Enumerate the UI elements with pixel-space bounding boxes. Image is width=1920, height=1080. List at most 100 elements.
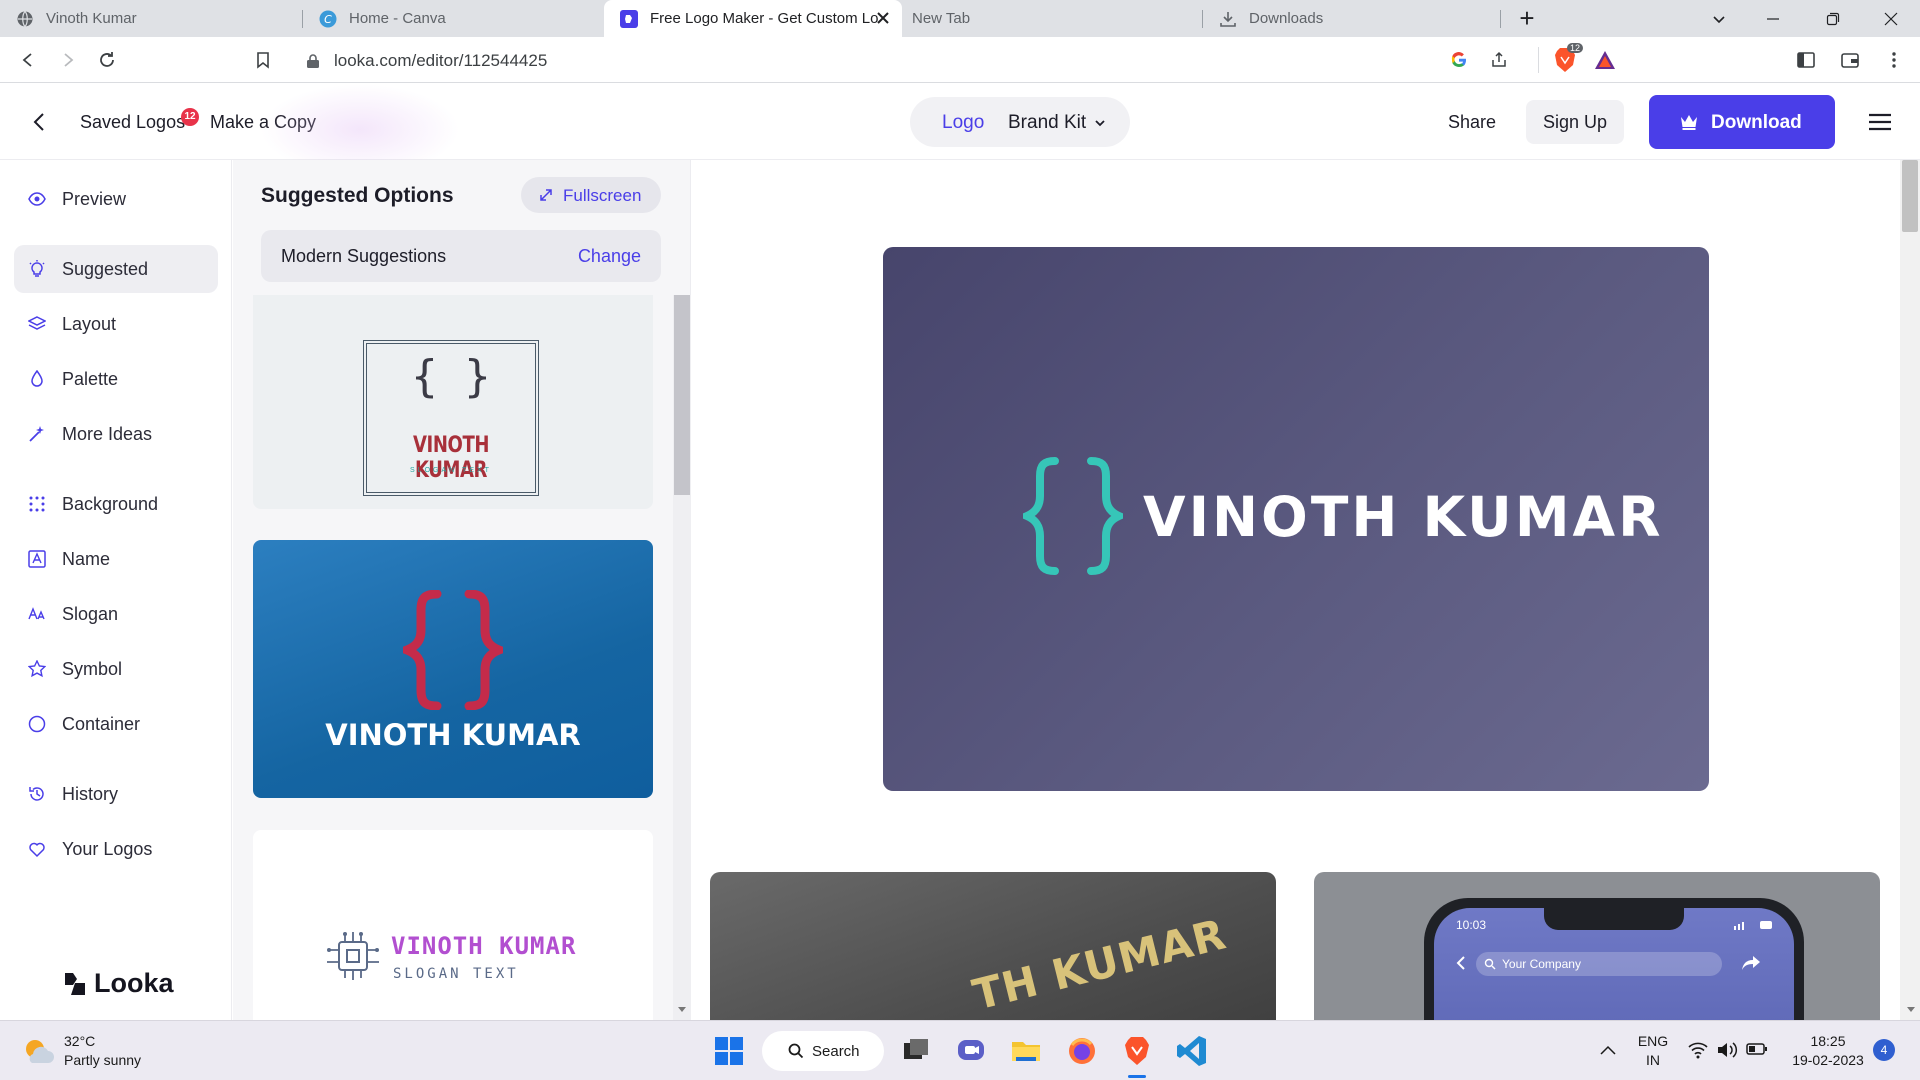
sidebar-item-label: Container [62,714,141,734]
suggestion-card[interactable]: VINOTH KUMAR [253,540,653,798]
clock-date[interactable]: 19-02-2023 [1786,1052,1870,1068]
restore-icon [1826,12,1840,25]
firefox-icon[interactable] [1064,1033,1100,1069]
fullscreen-label: Fullscreen [563,186,642,205]
sidebar-item-symbol[interactable]: Symbol [14,645,218,693]
hamburger-menu-icon[interactable] [1868,112,1892,132]
sidebar-item-suggested[interactable]: Suggested [14,245,218,293]
vscode-icon[interactable] [1174,1033,1210,1069]
logo-slogan: SLOGAN TEXT [410,467,492,474]
toolbar-divider [1538,47,1539,73]
new-tab-button[interactable]: + [1504,0,1550,37]
sidebar-item-background[interactable]: Background [14,480,218,528]
tab-vinoth-kumar[interactable]: Vinoth Kumar [0,0,300,37]
teams-chat-icon[interactable] [953,1033,989,1069]
tab-downloads[interactable]: Downloads [1203,0,1499,37]
share-page-icon[interactable] [1490,51,1508,69]
forward-arrow-icon[interactable] [58,50,78,70]
brave-browser-icon[interactable] [1119,1033,1155,1069]
close-icon[interactable] [874,9,892,27]
language-label[interactable]: ENG [1636,1033,1670,1049]
google-icon[interactable] [1450,51,1468,69]
sidebar-item-slogan[interactable]: Slogan [14,590,218,638]
scroll-down-arrow-icon[interactable] [1906,1006,1916,1014]
wifi-icon[interactable] [1688,1041,1708,1059]
looka-mark-icon [65,972,85,995]
sidebar-item-history[interactable]: History [14,770,218,818]
header-glow-decoration [260,84,460,160]
canva-icon: C [319,10,337,27]
brave-shields-button[interactable]: 12 [1553,43,1584,73]
main-scrollbar-thumb[interactable] [1902,160,1918,232]
clock-time[interactable]: 18:25 [1786,1033,1870,1049]
sidebar-item-label: More Ideas [62,424,153,444]
minimize-button[interactable] [1750,0,1796,37]
sidebar-item-layout[interactable]: Layout [14,300,218,348]
volume-icon[interactable] [1716,1041,1738,1059]
region-label[interactable]: IN [1636,1052,1670,1068]
notification-badge[interactable]: 4 [1873,1039,1895,1061]
fullscreen-button[interactable]: Fullscreen [521,177,661,213]
change-category-link[interactable]: Change [578,246,641,267]
address-bar[interactable]: looka.com/editor/112544425 [292,43,1632,77]
panel-scrollbar-thumb[interactable] [674,295,690,495]
active-app-indicator [1128,1075,1146,1078]
lightbulb-icon [29,260,45,277]
phone-screen: 10:03 Your Company [1434,908,1794,1020]
download-button[interactable]: Download [1649,95,1835,149]
sidebar-item-palette[interactable]: Palette [14,355,218,403]
back-arrow-icon[interactable] [18,50,38,70]
app-header: Saved Logos 12 Make a Copy Logo Brand Ki… [0,84,1920,160]
share-button[interactable]: Share [1448,112,1496,133]
back-chevron-icon[interactable] [30,112,50,132]
saved-logos-link[interactable]: Saved Logos [80,112,185,133]
taskbar-search[interactable]: Search [762,1031,884,1071]
layers-icon [28,316,46,330]
sidebar-item-preview[interactable]: Preview [14,175,218,223]
partly-sunny-icon[interactable] [22,1037,54,1065]
sidebar-item-name[interactable]: Name [14,535,218,583]
chevron-up-icon[interactable] [1600,1045,1616,1055]
business-card-mockup[interactable]: TH KUMAR [710,872,1276,1020]
browser-toolbar: looka.com/editor/112544425 12 [0,37,1920,83]
sidebar-item-label: Name [62,549,111,569]
braces-symbol-icon [1023,457,1123,575]
logo-name: VINOTH KUMAR [391,932,577,960]
sidebar-item-more-ideas[interactable]: More Ideas [14,410,218,458]
brave-rewards-icon[interactable] [1593,49,1617,71]
tab-brand-kit[interactable]: Brand Kit [1008,112,1086,134]
scroll-down-arrow-icon[interactable] [677,1006,687,1014]
suggestion-list: { } VINOTH KUMAR SLOGAN TEXT VINOTH KUMA… [233,295,673,1020]
tab-logo[interactable]: Logo [942,112,984,134]
tab-canva[interactable]: C Home - Canva [303,0,603,37]
wallet-icon[interactable] [1840,50,1860,70]
sidebar-toggle-icon[interactable] [1796,50,1816,70]
name-box-icon [28,550,46,568]
restore-button[interactable] [1810,0,1856,37]
sign-up-button[interactable]: Sign Up [1526,100,1624,144]
suggestion-card[interactable]: { } VINOTH KUMAR SLOGAN TEXT [253,295,653,509]
main-logo-preview[interactable]: VINOTH KUMAR [883,247,1709,791]
main-scrollbar-track[interactable] [1900,160,1920,1020]
windows-start-icon[interactable] [711,1033,747,1069]
bookmark-icon[interactable] [253,50,273,70]
task-view-icon[interactable] [898,1033,934,1069]
reload-icon[interactable] [97,50,117,70]
suggestion-card[interactable]: VINOTH KUMAR SLOGAN TEXT [253,830,653,1020]
phone-mockup[interactable]: 10:03 Your Company [1314,872,1880,1020]
browser-menu-icon[interactable] [1884,50,1904,70]
file-explorer-icon[interactable] [1008,1033,1044,1069]
sidebar-item-your-logos[interactable]: Your Logos [14,825,218,873]
tab-new-tab[interactable]: New Tab [902,0,1202,37]
tab-search-button[interactable] [1696,0,1742,37]
battery-icon[interactable] [1746,1042,1768,1056]
saved-logos-badge: 12 [181,108,199,126]
eye-icon [28,192,46,206]
phone-back-icon [1456,956,1465,970]
download-label: Download [1711,112,1802,133]
sidebar-item-label: Suggested [62,259,149,279]
sidebar-item-container[interactable]: Container [14,700,218,748]
expand-icon [540,189,552,201]
close-window-button[interactable] [1868,0,1914,37]
tab-looka-active[interactable]: Free Logo Maker - Get Custom Lo [604,0,902,37]
